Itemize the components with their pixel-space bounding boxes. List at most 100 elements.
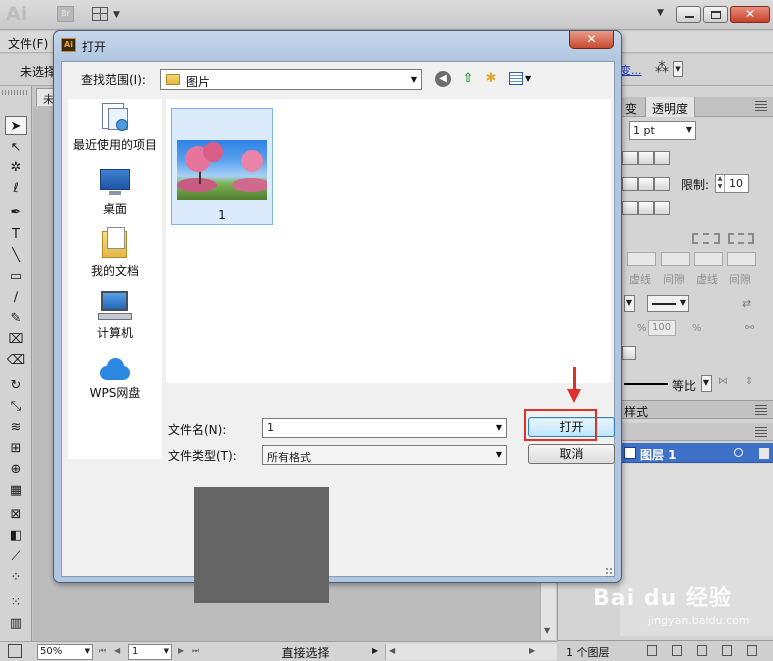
look-in-select[interactable]: 图片 ▼ — [160, 69, 422, 90]
last-page-icon[interactable]: ⏭ — [192, 646, 199, 656]
page-select[interactable]: 1 ▼ — [128, 644, 172, 660]
place-computer[interactable]: 计算机 — [68, 291, 162, 341]
locate-object-icon[interactable] — [647, 645, 657, 656]
new-folder-icon[interactable]: ✱ — [482, 70, 500, 88]
align-inside-button[interactable] — [638, 201, 654, 215]
make-clipping-mask-icon[interactable] — [672, 645, 682, 656]
spinner-icon[interactable]: ▲ ▼ — [716, 175, 725, 192]
scale-tool-icon[interactable]: ⤡ — [5, 397, 27, 416]
perspective-grid-tool-icon[interactable]: ▦ — [5, 481, 27, 500]
width-profile-select[interactable]: ▼ — [701, 375, 712, 392]
up-folder-icon[interactable]: ⇧ — [459, 70, 477, 88]
status-menu-icon[interactable]: ▶ — [372, 646, 378, 655]
pen-tool-icon[interactable]: ✒ — [5, 203, 27, 222]
target-icon[interactable] — [734, 448, 743, 457]
round-join-button[interactable] — [638, 177, 654, 191]
arrange-documents-button[interactable]: ▼ — [92, 6, 124, 23]
dash-2-input[interactable] — [694, 252, 723, 266]
type-tool-icon[interactable]: T — [5, 225, 27, 244]
tab-transform-partial[interactable]: 变 — [620, 100, 642, 117]
chevron-down-icon[interactable]: ▼ — [673, 61, 683, 77]
blob-brush-tool-icon[interactable]: ⌧ — [5, 330, 27, 349]
maximize-button[interactable] — [703, 6, 728, 23]
pencil-tool-icon[interactable]: ✎ — [5, 309, 27, 328]
layer-name[interactable]: 图层 1 — [640, 446, 677, 463]
delete-layer-icon[interactable] — [747, 645, 757, 656]
next-page-icon[interactable]: ▶ — [178, 646, 184, 655]
mesh-tool-icon[interactable]: ⊠ — [5, 505, 27, 524]
end-scale-input[interactable]: 100 — [648, 320, 676, 336]
horizontal-scrollbar[interactable]: ◀ ▶ — [385, 644, 557, 660]
align-outside-button[interactable] — [654, 201, 670, 215]
symbol-sprayer-tool-icon[interactable]: ⁙ — [5, 593, 27, 612]
link-scale-icon[interactable]: ⚯ — [745, 321, 754, 334]
swap-arrowheads-icon[interactable]: ⇄ — [742, 297, 751, 310]
warp-tool-icon[interactable]: ≋ — [5, 418, 27, 437]
workspace-chevron-icon[interactable]: ▼ — [657, 8, 664, 18]
view-menu-button[interactable]: ▼ — [508, 70, 534, 88]
eraser-tool-icon[interactable]: ⌫ — [5, 351, 27, 370]
layer-row[interactable]: 图层 1 — [620, 443, 773, 463]
selection-indicator[interactable] — [759, 448, 769, 459]
transform-link[interactable]: 变... — [620, 62, 642, 78]
file-list[interactable]: 1 — [166, 99, 611, 383]
column-graph-tool-icon[interactable]: ▥ — [5, 614, 27, 633]
gradient-tool-icon[interactable]: ◧ — [5, 526, 27, 545]
align-arrow-button[interactable] — [622, 346, 636, 360]
zoom-select[interactable]: 50% ▼ — [37, 644, 93, 660]
selection-tool-icon[interactable]: ➤ — [5, 116, 27, 135]
direct-selection-tool-icon[interactable]: ↖ — [5, 138, 27, 157]
new-layer-icon[interactable] — [722, 645, 732, 656]
scroll-left-icon[interactable]: ◀ — [389, 646, 395, 655]
line-tool-icon[interactable]: ╲ — [5, 246, 27, 265]
place-desktop[interactable]: 桌面 — [68, 169, 162, 217]
scroll-right-icon[interactable]: ▶ — [529, 646, 535, 655]
gap-2-input[interactable] — [727, 252, 756, 266]
shape-builder-tool-icon[interactable]: ⊕ — [5, 460, 27, 479]
eyedropper-tool-icon[interactable]: ⟋ — [5, 547, 27, 566]
rotate-tool-icon[interactable]: ↻ — [5, 376, 27, 395]
previous-page-icon[interactable]: ◀ — [114, 646, 120, 655]
gap-1-input[interactable] — [661, 252, 690, 266]
panel-grip[interactable] — [2, 90, 29, 95]
panel-menu-icon[interactable] — [755, 405, 767, 415]
back-icon[interactable]: ◀ — [435, 71, 451, 87]
menu-file[interactable]: 文件(F) — [8, 35, 48, 52]
align-center-button[interactable] — [622, 201, 638, 215]
artboard-icon[interactable] — [8, 644, 22, 658]
chevron-down-icon[interactable]: ▼ — [496, 423, 502, 432]
place-documents[interactable]: 我的文档 — [68, 227, 162, 279]
stroke-weight-select[interactable]: 1 pt ▼ — [629, 121, 696, 140]
flip-along-icon[interactable]: ⋈ — [718, 376, 728, 387]
tab-transparency[interactable]: 透明度 — [645, 97, 696, 117]
dialog-close-button[interactable]: ✕ — [569, 31, 614, 49]
place-wps-cloud[interactable]: WPS网盘 — [68, 357, 162, 401]
magic-wand-tool-icon[interactable]: ✲ — [5, 158, 27, 177]
butt-cap-button[interactable] — [622, 151, 638, 165]
minimize-button[interactable] — [676, 6, 701, 23]
place-recent[interactable]: 最近使用的项目 — [68, 103, 162, 153]
free-transform-tool-icon[interactable]: ⊞ — [5, 439, 27, 458]
magic-wand-icon[interactable]: ⁂ — [655, 60, 669, 76]
blend-tool-icon[interactable]: ⁘ — [5, 568, 27, 587]
panel-menu-icon[interactable] — [755, 101, 767, 111]
paintbrush-tool-icon[interactable]: ∕ — [5, 288, 27, 307]
flip-across-icon[interactable]: ⇕ — [745, 376, 753, 387]
bridge-button[interactable]: Br — [57, 6, 74, 22]
resize-grip-icon[interactable] — [605, 567, 615, 577]
bevel-join-button[interactable] — [654, 177, 670, 191]
miter-join-button[interactable] — [622, 177, 638, 191]
close-button[interactable]: ✕ — [730, 6, 770, 23]
dash-pattern-b-icon[interactable] — [728, 233, 754, 244]
round-cap-button[interactable] — [638, 151, 654, 165]
new-sublayer-icon[interactable] — [697, 645, 707, 656]
file-item[interactable]: 1 — [171, 108, 273, 225]
rectangle-tool-icon[interactable]: ▭ — [5, 267, 27, 286]
dash-pattern-a-icon[interactable] — [692, 233, 720, 244]
file-type-select[interactable]: 所有格式 ▼ — [262, 445, 507, 465]
first-page-icon[interactable]: ⏮ — [99, 646, 106, 656]
layers-menu-icon[interactable] — [755, 427, 767, 437]
scroll-down-icon[interactable]: ▼ — [544, 626, 550, 635]
file-name-input[interactable]: 1 ▼ — [262, 418, 507, 438]
dash-1-input[interactable] — [627, 252, 656, 266]
